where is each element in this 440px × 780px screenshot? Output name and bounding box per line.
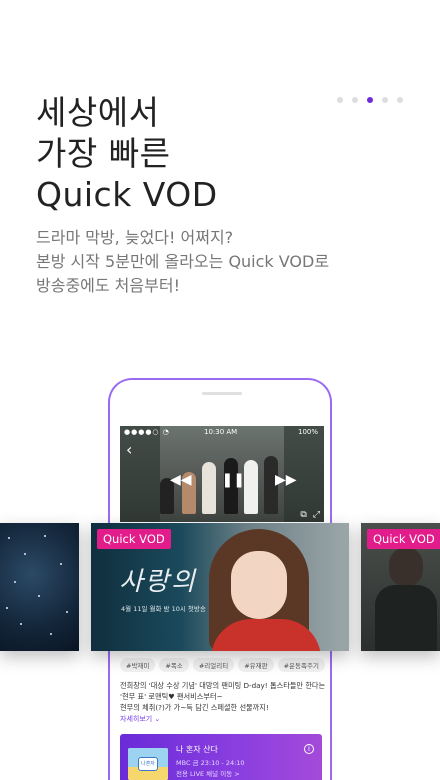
page-indicator (337, 97, 403, 103)
player-tools: ⧉ ⤢ (300, 510, 320, 520)
description-line: 현무의 체취(?)가 가~득 담긴 스페셜한 선물까지! (120, 703, 269, 712)
page-dot-4[interactable] (382, 97, 388, 103)
snow-particle (8, 537, 10, 539)
phone-speaker (202, 392, 242, 395)
status-time: 10:30 AM (204, 428, 238, 436)
rewind-icon[interactable]: ◀◀ (170, 472, 192, 488)
snow-particle (38, 595, 40, 597)
description-line: '현무 표' 로맨틱♥ 팬서비스부터~ (120, 692, 223, 701)
snow-particle (14, 581, 16, 583)
subtext-line-2: 본방 시작 5분만에 올라오는 Quick VOD로 (36, 252, 330, 271)
playback-controls: ◀◀ ❚❚ ▶▶ (170, 472, 297, 488)
snow-particle (44, 535, 46, 537)
page-dot-2[interactable] (352, 97, 358, 103)
fast-forward-icon[interactable]: ▶▶ (275, 472, 297, 488)
tag-chip[interactable]: #운동족주기 (277, 658, 325, 672)
show-premiere: 4월 11일 월화 밤 10시 첫방송 (121, 605, 206, 613)
actress-face (231, 551, 287, 619)
page-dot-5[interactable] (397, 97, 403, 103)
episode-description: 전희창의 '대상 수상 기념' 대망의 팬미팅 D-day! 톱스타들만 한다는… (120, 680, 330, 713)
headline-line-3: Quick VOD (36, 175, 218, 214)
pip-icon[interactable]: ⧉ (300, 510, 306, 520)
snow-particle (60, 563, 62, 565)
page-dot-1[interactable] (337, 97, 343, 103)
tag-chip[interactable]: #유재판 (238, 658, 274, 672)
live-channel-link[interactable]: 전용 LIVE 채널 이동 > (176, 768, 240, 778)
description-line: 전희창의 '대상 수상 기념' 대망의 팬미팅 D-day! 톱스타들만 한다는 (120, 681, 326, 690)
headline-line-1: 세상에서 (36, 93, 160, 132)
headline: 세상에서 가장 빠른 Quick VOD (36, 92, 218, 215)
fullscreen-icon[interactable]: ⤢ (313, 510, 320, 520)
snow-particle (66, 611, 68, 613)
live-channel-card[interactable]: 나혼자 나 혼자 산다 MBC 금 23:10 - 24:10 전용 LIVE … (120, 734, 322, 780)
tag-list: #박재미 #폭소 #리얼리티 #유재판 #운동족주기 (120, 658, 325, 672)
subtext-line-1: 드라마 막방, 늦었다! 어쩌지? (36, 228, 234, 247)
cast-member (202, 462, 216, 514)
snow-particle (6, 607, 8, 609)
snow-particle (20, 623, 22, 625)
show-logo: 나혼자 (138, 757, 158, 771)
carousel-card-prev[interactable] (0, 523, 79, 651)
actor-suit (375, 585, 437, 651)
back-icon[interactable]: ‹ (126, 440, 132, 459)
info-icon[interactable]: i (304, 744, 314, 754)
quick-vod-badge: Quick VOD (97, 529, 171, 549)
more-details-link[interactable]: 자세히보기 ⌄ (120, 714, 160, 724)
snow-particle (50, 633, 52, 635)
snow-particle (24, 553, 26, 555)
live-show-title: 나 혼자 산다 (176, 745, 218, 754)
battery-level: 100% (297, 428, 318, 436)
subtext: 드라마 막방, 늦었다! 어쩌지? 본방 시작 5분만에 올라오는 Quick … (36, 226, 329, 298)
tag-chip[interactable]: #박재미 (120, 658, 156, 672)
carousel-card-current[interactable]: Quick VOD 사랑의 온도 4월 11일 월화 밤 10시 첫방송 (91, 523, 349, 651)
show-thumbnail: 나혼자 (128, 748, 168, 780)
signal-icon: ●●●●○ ◔ (124, 428, 170, 436)
tag-chip[interactable]: #리얼리티 (192, 658, 235, 672)
headline-line-2: 가장 빠른 (36, 134, 171, 173)
actor-head (389, 547, 423, 587)
live-schedule: MBC 금 23:10 - 24:10 (176, 759, 245, 767)
video-player[interactable]: ●●●●○ ◔ 10:30 AM 100% ‹ ◀◀ ❚❚ ▶▶ ⧉ ⤢ (120, 426, 324, 522)
pause-icon[interactable]: ❚❚ (222, 472, 245, 488)
subtext-line-3: 방송중에도 처음부터! (36, 276, 180, 295)
quick-vod-badge: Quick VOD (367, 529, 440, 549)
page-dot-3-active[interactable] (367, 97, 373, 103)
tag-chip[interactable]: #폭소 (159, 658, 189, 672)
carousel-card-next[interactable]: Quick VOD (361, 523, 440, 651)
